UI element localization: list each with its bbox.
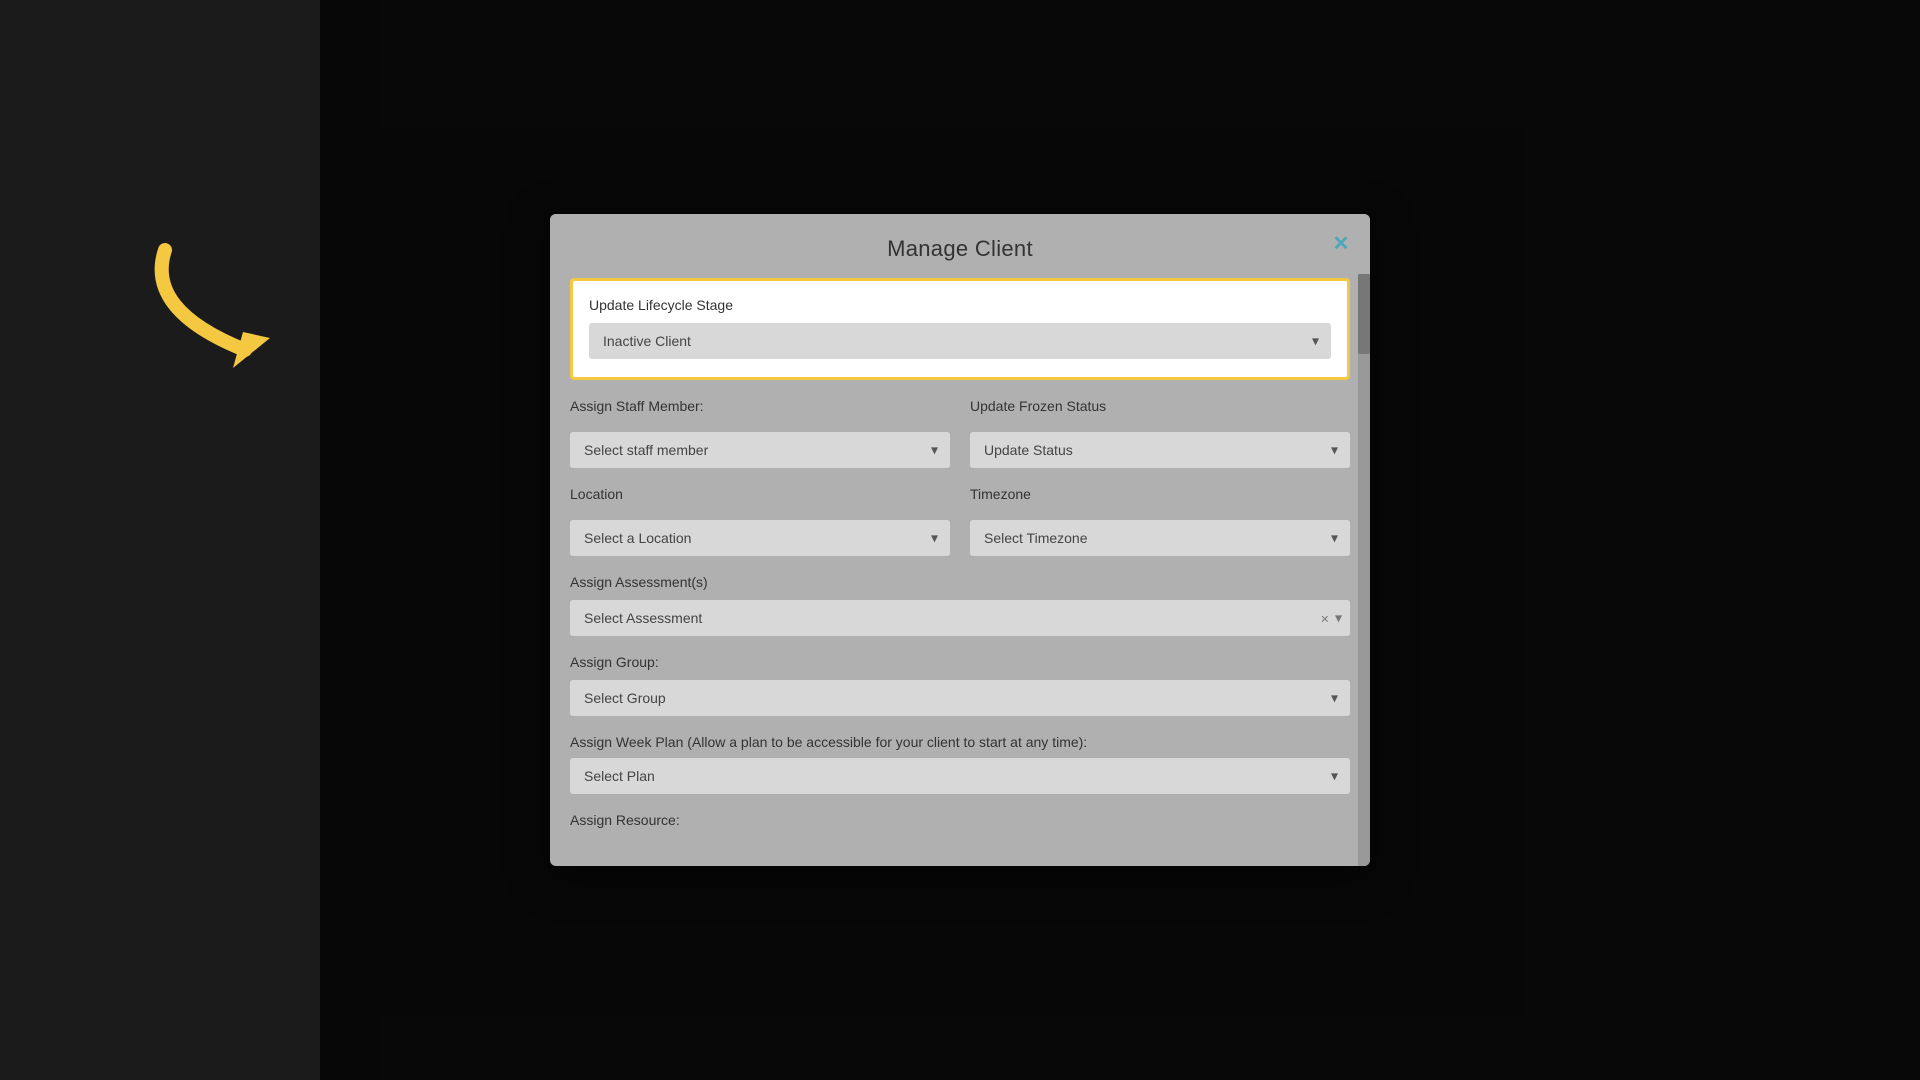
close-button[interactable]: ✕ [1328,230,1354,256]
lifecycle-dropdown[interactable]: Inactive Client [589,323,1331,359]
modal-header: Manage Client ✕ [550,214,1370,278]
modal-title: Manage Client [887,236,1033,261]
plan-dropdown-wrapper: Select Plan [570,758,1350,794]
assessment-actions: × ▾ [1321,610,1342,627]
group-label: Assign Group: [570,654,1350,670]
group-section: Assign Group: Select Group [570,654,1350,716]
frozen-label: Update Frozen Status [970,398,1350,414]
lifecycle-stage-section: Update Lifecycle Stage Inactive Client [570,278,1350,380]
staff-dropdown-wrapper: Select staff member [570,432,950,468]
scrollbar-thumb[interactable] [1358,274,1370,354]
frozen-dropdown-wrapper: Update Status [970,432,1350,468]
assessment-placeholder: Select Assessment [584,610,702,626]
assessment-label: Assign Assessment(s) [570,574,1350,590]
location-field-group: Location Select a Location [570,486,950,556]
staff-label: Assign Staff Member: [570,398,950,414]
timezone-field-group: Timezone Select Timezone [970,486,1350,556]
group-dropdown[interactable]: Select Group [570,680,1350,716]
resource-label: Assign Resource: [570,812,1350,828]
staff-frozen-row: Assign Staff Member: Select staff member… [570,398,1350,468]
plan-section: Assign Week Plan (Allow a plan to be acc… [570,734,1350,794]
location-dropdown-wrapper: Select a Location [570,520,950,556]
location-label: Location [570,486,950,502]
frozen-dropdown[interactable]: Update Status [970,432,1350,468]
timezone-dropdown-wrapper: Select Timezone [970,520,1350,556]
assessment-section: Assign Assessment(s) Select Assessment ×… [570,574,1350,636]
location-timezone-row: Location Select a Location Timezone Sele… [570,486,1350,556]
frozen-field-group: Update Frozen Status Update Status [970,398,1350,468]
scrollbar-track[interactable] [1358,274,1370,866]
sidebar-background [0,0,320,1080]
lifecycle-dropdown-wrapper: Inactive Client [589,323,1331,359]
assessment-clear-button[interactable]: × [1321,610,1329,626]
plan-dropdown[interactable]: Select Plan [570,758,1350,794]
resource-section: Assign Resource: [570,812,1350,828]
staff-field-group: Assign Staff Member: Select staff member [570,398,950,468]
lifecycle-label: Update Lifecycle Stage [589,297,1331,313]
assessment-dropdown[interactable]: Select Assessment [570,600,1350,636]
assessment-dropdown-wrapper: Select Assessment × ▾ [570,600,1350,636]
staff-dropdown[interactable]: Select staff member [570,432,950,468]
timezone-dropdown[interactable]: Select Timezone [970,520,1350,556]
plan-label: Assign Week Plan (Allow a plan to be acc… [570,734,1350,750]
location-dropdown[interactable]: Select a Location [570,520,950,556]
modal-body: Update Lifecycle Stage Inactive Client A… [550,278,1370,866]
manage-client-modal: Manage Client ✕ Update Lifecycle Stage I… [550,214,1370,866]
timezone-label: Timezone [970,486,1350,502]
assessment-chevron-icon: ▾ [1335,610,1342,627]
group-dropdown-wrapper: Select Group [570,680,1350,716]
